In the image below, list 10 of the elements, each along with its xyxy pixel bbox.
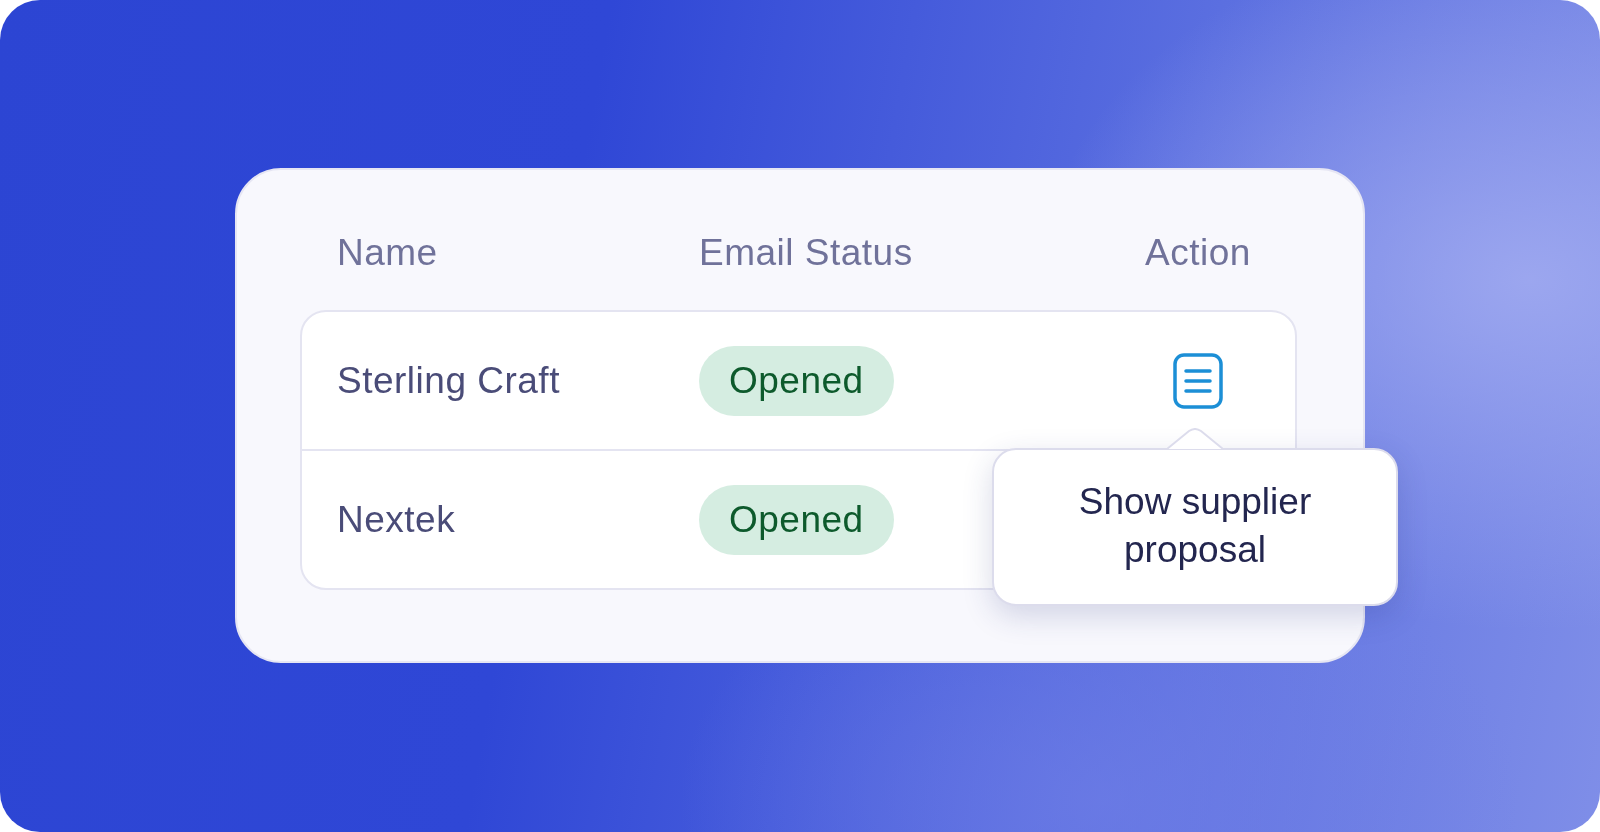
- column-header: Action: [1144, 232, 1252, 274]
- supplier-name: Nextek: [337, 498, 457, 541]
- column-header: Name: [337, 232, 439, 274]
- status-badge: Opened: [699, 484, 894, 555]
- status-badge: Opened: [699, 345, 894, 416]
- tooltip: Show supplier proposal: [992, 448, 1398, 607]
- tooltip-pointer: [1167, 428, 1223, 450]
- supplier-name: Sterling Craft: [337, 359, 561, 402]
- column-header: Email Status: [699, 232, 914, 274]
- document-icon[interactable]: [1173, 352, 1223, 409]
